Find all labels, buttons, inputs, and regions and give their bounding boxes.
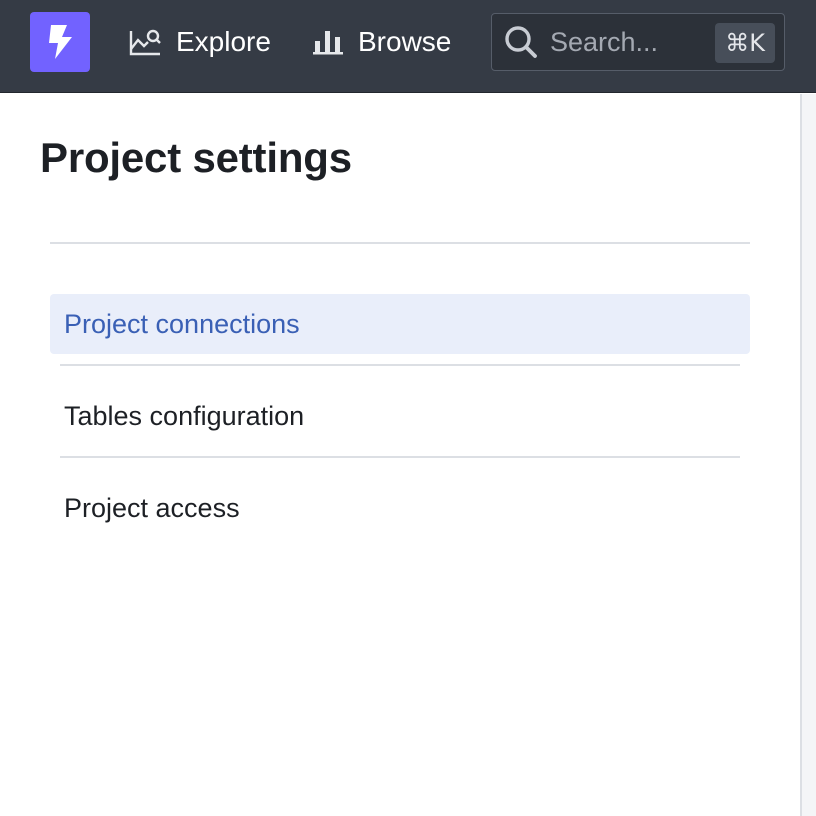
menu-divider — [60, 364, 740, 366]
lightning-bolt-icon — [49, 25, 72, 59]
search-shortcut-hint: ⌘K — [715, 23, 775, 63]
menu-item-project-access[interactable]: Project access — [50, 478, 750, 538]
chart-search-icon — [128, 27, 162, 57]
nav-explore-label: Explore — [176, 26, 271, 57]
menu-item-tables-configuration[interactable]: Tables configuration — [50, 386, 750, 446]
search-box[interactable]: ⌘K — [491, 13, 785, 71]
nav-browse-label: Browse — [358, 26, 452, 57]
settings-menu: Project connections Tables configuration… — [50, 294, 750, 538]
scrollbar-track[interactable] — [800, 94, 816, 816]
menu-divider — [60, 456, 740, 458]
title-divider — [50, 242, 750, 244]
menu-item-label: Tables configuration — [64, 400, 305, 431]
menu-item-label: Project connections — [64, 308, 300, 339]
bar-chart-icon — [312, 27, 344, 57]
top-navigation-bar: Explore Browse ⌘K — [0, 0, 816, 93]
nav-explore[interactable]: Explore — [128, 20, 271, 64]
nav-browse[interactable]: Browse — [312, 20, 451, 64]
page-title: Project settings — [40, 134, 352, 181]
search-icon — [504, 25, 538, 59]
menu-item-label: Project access — [64, 492, 240, 523]
search-input[interactable] — [550, 26, 690, 58]
home-logo[interactable] — [30, 12, 90, 72]
menu-item-project-connections[interactable]: Project connections — [50, 294, 750, 354]
